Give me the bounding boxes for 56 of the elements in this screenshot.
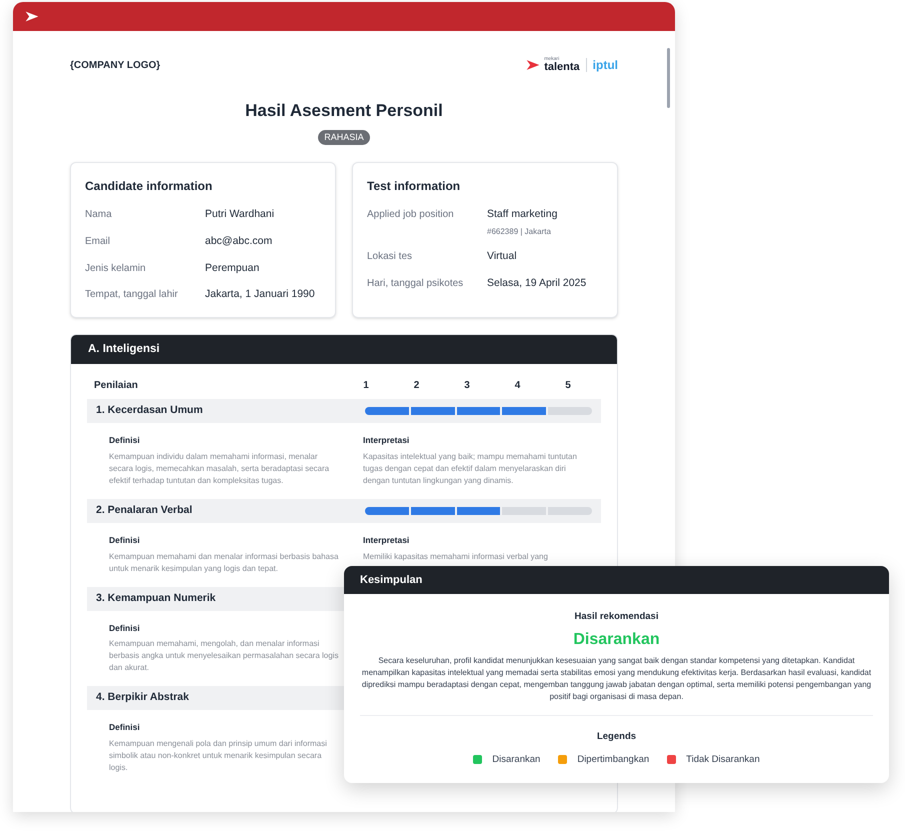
info-label: Lokasi tes — [367, 250, 414, 264]
section-header: A. Inteligensi — [71, 335, 617, 364]
definition-label: Definisi — [109, 622, 141, 634]
info-value: Selasa, 19 April 2025 — [487, 276, 586, 290]
interpretation-label: Interpretasi — [363, 434, 410, 447]
definition-text: Kemampuan mengenali pola dan prinsip umum dari informasi simbolik atau non-konkret untuk menarik kesimpulan secara logis. — [109, 738, 328, 774]
aspect-name: 2. Penalaran Verbal — [96, 502, 192, 518]
chevron-logo-icon — [526, 59, 540, 71]
aspect-name: 3. Kemampuan Numerik — [96, 590, 216, 606]
definition-text: Kemampuan memahami dan menalar informasi berbasis bahasa untuk menarik kesimpulan yang logis dan tepat. — [109, 550, 339, 574]
result-value: Disarankan — [573, 630, 660, 650]
scrollbar-thumb — [667, 48, 670, 108]
info-label: Nama — [85, 208, 113, 222]
definition-label: Definisi — [109, 534, 141, 546]
chevron-logo-icon — [25, 10, 39, 23]
card-title: Test information — [367, 178, 462, 195]
info-label: Applied job position — [367, 208, 455, 222]
definition-text: Kemampuan memahami, mengolah, dan menalar informasi berbasis angka untuk menyelesaikan permasalahan secara logis dan akurat. — [109, 638, 339, 674]
partner-logo: iptul — [592, 57, 618, 74]
summary-text: Secara keseluruhan, profil kandidat menunjukkan kesesuaian yang sangat baik dengan standar kompetensi yang ditetapkan. Kandidat menampilkan kapasitas intelektual yang memadai serta stabilitas emosi yang mendukung efektivitas kerja. Berdasarkan hasil evaluasi, kandidat diprediksi mampu beradaptasi dengan cepat, mengemban tanggung jawab jabatan dengan optimal, serta memiliki potensi pengembangan yang positif bagi organisasi di masa depan. — [360, 655, 872, 704]
conclusion-header: Kesimpulan — [344, 566, 889, 594]
definition-text: Kemampuan individu dalam memahami informasi, menalar secara logis, memecahkan masalah, serta beradaptasi secara efektif terhadap tuntutan dan kompleksitas tugas. — [109, 450, 330, 487]
info-label: Tempat, tanggal lahir — [85, 288, 179, 302]
legend-label: Dipertimbangkan — [577, 752, 650, 766]
scale-number: 1 — [362, 379, 370, 393]
company-logo-text: {COMPANY LOGO} — [70, 58, 160, 72]
info-value: Jakarta, 1 Januari 1990 — [205, 287, 315, 302]
definition-label: Definisi — [109, 434, 141, 447]
info-value: Putri Wardhani — [205, 207, 274, 222]
brand-name: talenta — [544, 62, 580, 73]
info-label: Jenis kelamin — [85, 262, 147, 276]
legends-title: Legends — [596, 730, 636, 744]
document-title: Hasil Asesment Personil — [244, 100, 444, 122]
legend-label: Disarankan — [492, 752, 540, 766]
scale-number: 2 — [412, 379, 420, 393]
info-value: Virtual — [487, 248, 517, 264]
definition-label: Definisi — [109, 721, 141, 734]
legend-label: Tidak Disarankan — [686, 752, 760, 766]
info-value: Perempuan — [205, 260, 260, 276]
aspect-name: 1. Kecerdasan Umum — [96, 403, 203, 418]
scale-number: 3 — [463, 379, 471, 393]
info-value: abc@abc.com — [205, 234, 272, 249]
interpretation-text: Kapasitas intelektual yang baik; mampu memahami tuntutan tugas dengan cepat dan efektif dalam menyelaraskan diri dengan tuntutan lingkungan yang dinamis. — [363, 450, 578, 487]
scale-number: 4 — [514, 379, 522, 393]
scale-number: 5 — [564, 379, 572, 393]
info-subtext: #662389 | Jakarta — [487, 226, 552, 238]
rating-label: Penilaian — [94, 379, 139, 393]
info-label: Email — [85, 234, 112, 249]
confidential-badge: RAHASIA — [318, 130, 370, 145]
interpretation-text: Memiliki kapasitas memahami informasi verbal yang — [363, 550, 549, 562]
aspect-name: 4. Berpikir Abstrak — [96, 690, 189, 706]
info-value: Staff marketing — [487, 207, 558, 222]
info-label: Hari, tanggal psikotes — [367, 276, 464, 290]
card-title: Candidate information — [85, 178, 214, 195]
result-label: Hasil rekomendasi — [574, 610, 658, 624]
interpretation-label: Interpretasi — [363, 534, 410, 546]
